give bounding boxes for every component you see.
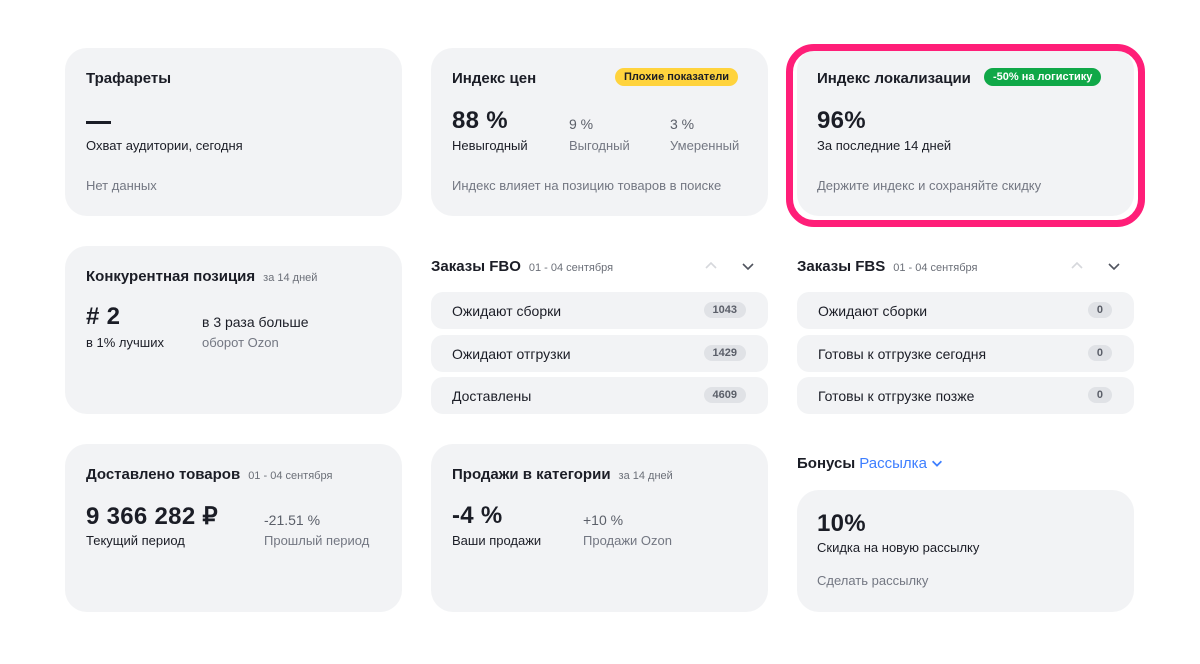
price-index-badge: Плохие показатели [615,68,739,86]
delivered-prev: -21.51 % [264,512,321,528]
fbo-title: Заказы FBO [431,258,521,275]
fbo-row-awaiting-shipment[interactable]: Ожидают отгрузки 1429 [431,335,768,372]
category-sales-ozon: +10 % [583,512,624,528]
category-sales-value: -4 % [452,502,503,529]
price-index-third-value: 3 % [670,116,695,132]
fbo-period: 01 - 04 сентября [528,262,614,274]
delivered-value-caption: Текущий период [86,533,185,548]
fbs-row-label: Ожидают сборки [818,303,928,319]
price-index-second-label: Выгодный [569,138,630,153]
bonuses-value: 10% [817,510,866,537]
fbo-row-count: 1043 [703,302,746,318]
price-index-card[interactable]: Индекс цен Плохие показатели 88 % Невыго… [431,48,768,216]
category-sales-card[interactable]: Продажи в категории за 14 дней -4 % Ваши … [431,444,768,612]
trafarety-title: Трафареты [86,70,172,87]
fbs-row-ready-later[interactable]: Готовы к отгрузке позже 0 [797,377,1134,414]
price-index-second-value: 9 % [569,116,594,132]
fbo-row-delivered[interactable]: Доставлены 4609 [431,377,768,414]
price-index-main-label: Невыгодный [452,138,528,153]
fbs-title: Заказы FBS [797,258,886,275]
fbs-expand-down-icon[interactable] [1106,258,1122,274]
fbo-row-count: 4609 [703,387,746,403]
price-index-main-value: 88 % [452,107,508,134]
fbs-row-awaiting-assembly[interactable]: Ожидают сборки 0 [797,292,1134,329]
category-sales-ozon-caption: Продажи Ozon [583,533,672,548]
fbo-expand-down-icon[interactable] [740,258,756,274]
bonuses-mailing-dropdown[interactable]: Рассылка [859,455,927,472]
fbo-collapse-up-icon[interactable] [703,258,719,274]
chevron-down-icon[interactable] [930,456,944,470]
fbs-row-label: Готовы к отгрузке позже [818,388,975,404]
competition-compare-caption: оборот Ozon [202,335,279,350]
delivered-period: 01 - 04 сентября [248,470,333,482]
fbs-row-count: 0 [1087,302,1112,318]
fbs-row-count: 0 [1087,345,1112,361]
bonuses-title: Бонусы [797,455,856,472]
trafarety-caption: Охват аудитории, сегодня [86,138,243,153]
fbs-collapse-up-icon[interactable] [1069,258,1085,274]
competition-title-text: Конкурентная позиция [86,268,256,285]
competition-value-caption: в 1% лучших [86,335,164,350]
fbo-header: Заказы FBO 01 - 04 сентября [431,258,613,275]
category-sales-period: за 14 дней [618,470,673,482]
fbs-period: 01 - 04 сентября [893,262,978,274]
delivered-title: Доставлено товаров 01 - 04 сентября [86,466,332,483]
bonuses-action-link[interactable]: Сделать рассылку [817,573,928,588]
category-sales-title: Продажи в категории за 14 дней [452,466,673,483]
competition-compare: в 3 раза больше [202,314,309,330]
fbo-row-label: Доставлены [452,388,532,404]
fbs-row-ready-today[interactable]: Готовы к отгрузке сегодня 0 [797,335,1134,372]
empty-value-dash [86,121,111,124]
category-sales-value-caption: Ваши продажи [452,533,542,548]
delivered-prev-caption: Прошлый период [264,533,370,548]
trafarety-card[interactable]: Трафареты Охват аудитории, сегодня Нет д… [65,48,402,216]
fbo-row-label: Ожидают сборки [452,303,562,319]
delivered-title-text: Доставлено товаров [86,466,241,483]
fbs-row-label: Готовы к отгрузке сегодня [818,346,987,362]
delivered-card[interactable]: Доставлено товаров 01 - 04 сентября 9 366… [65,444,402,612]
competition-period: за 14 дней [263,272,318,284]
competition-value: # 2 [86,303,121,330]
fbs-header: Заказы FBS 01 - 04 сентября [797,258,977,275]
fbo-row-awaiting-assembly[interactable]: Ожидают сборки 1043 [431,292,768,329]
fbo-row-label: Ожидают отгрузки [452,346,571,362]
fbs-row-count: 0 [1087,387,1112,403]
price-index-third-label: Умеренный [670,138,740,153]
bonuses-caption: Скидка на новую рассылку [817,540,980,555]
fbo-row-count: 1429 [703,345,746,361]
competition-card[interactable]: Конкурентная позиция за 14 дней # 2 в 1% … [65,246,402,414]
category-sales-title-text: Продажи в категории [452,466,611,483]
highlight-frame [786,44,1145,227]
delivered-value: 9 366 282 ₽ [86,503,219,530]
trafarety-footer: Нет данных [86,178,157,193]
price-index-title: Индекс цен [452,70,537,87]
bonuses-card[interactable]: 10% Скидка на новую рассылку Сделать рас… [797,490,1134,612]
price-index-footer: Индекс влияет на позицию товаров в поиск… [452,178,722,193]
competition-title: Конкурентная позиция за 14 дней [86,268,317,285]
bonuses-header: Бонусы Рассылка [797,455,927,472]
